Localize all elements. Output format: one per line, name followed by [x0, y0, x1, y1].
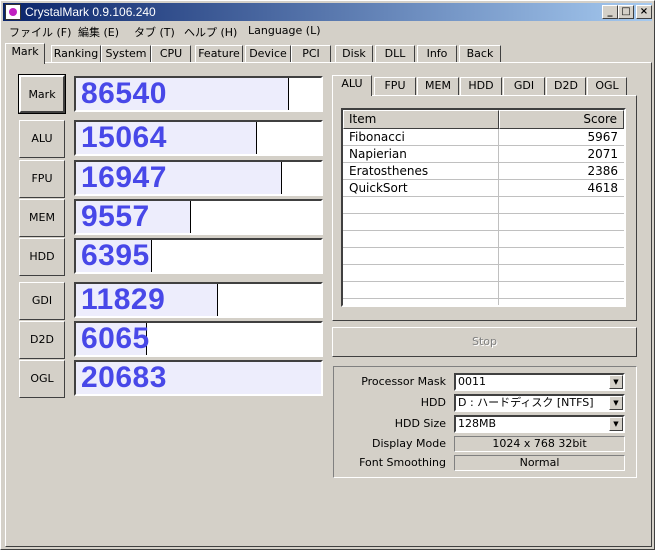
tab-disk[interactable]: Disk: [335, 45, 373, 63]
processor-mask-select[interactable]: 0011 ▼: [454, 373, 625, 391]
table-row[interactable]: Eratosthenes 2386: [343, 163, 624, 180]
tab-dll[interactable]: DLL: [375, 45, 415, 63]
d2d-score-value: 6065: [81, 322, 150, 355]
display-mode-value: 1024 x 768 32bit: [454, 436, 625, 452]
tab-device[interactable]: Device: [245, 45, 291, 63]
hdd-size-value: 128MB: [458, 417, 497, 430]
hdd-value: D : ハードディスク [NTFS]: [458, 396, 594, 409]
row-item: Eratosthenes: [349, 164, 429, 178]
ogl-score-bar: 20683: [74, 360, 323, 396]
empty-row: [343, 214, 624, 231]
alu-score-value: 15064: [81, 121, 167, 154]
subtab-alu[interactable]: ALU: [332, 75, 372, 96]
row-score: 2386: [587, 164, 618, 178]
subtab-ogl[interactable]: OGL: [587, 77, 627, 95]
score-list[interactable]: Item Score Fibonacci 5967 Napierian 2071 E…: [341, 108, 626, 307]
mem-button[interactable]: MEM: [19, 199, 65, 237]
tab-back[interactable]: Back: [459, 45, 501, 63]
row-score: 2071: [587, 147, 618, 161]
tab-pci[interactable]: PCI: [291, 45, 331, 63]
gdi-score-bar: 11829: [74, 282, 323, 318]
font-smoothing-label: Font Smoothing: [359, 456, 446, 469]
stop-button[interactable]: Stop: [332, 327, 637, 357]
empty-row: [343, 197, 624, 214]
row-item: Napierian: [349, 147, 407, 161]
table-row[interactable]: Fibonacci 5967: [343, 129, 624, 146]
alu-score-bar: 15064: [74, 120, 323, 156]
font-smoothing-value: Normal: [454, 455, 625, 471]
hdd-score-bar: 6395: [74, 238, 323, 274]
tab-system[interactable]: System: [101, 45, 151, 63]
fpu-score-bar: 16947: [74, 160, 323, 196]
menu-tab[interactable]: タブ (T): [134, 24, 175, 40]
menu-file[interactable]: ファイル (F): [9, 24, 71, 40]
menu-language[interactable]: Language (L): [248, 24, 321, 37]
table-row[interactable]: Napierian 2071: [343, 146, 624, 163]
close-button[interactable]: ×: [636, 5, 652, 19]
processor-mask-label: Processor Mask: [361, 375, 446, 388]
minimize-button[interactable]: _: [602, 5, 618, 19]
mark-score-value: 86540: [81, 77, 167, 110]
menu-edit[interactable]: 編集 (E): [78, 24, 119, 40]
maximize-button[interactable]: □: [618, 5, 634, 19]
empty-row: [343, 282, 624, 299]
empty-row: [343, 231, 624, 248]
gdi-score-value: 11829: [81, 283, 166, 316]
subtab-gdi[interactable]: GDI: [503, 77, 545, 95]
row-item: QuickSort: [349, 181, 408, 195]
gdi-button[interactable]: GDI: [19, 282, 65, 320]
fpu-score-value: 16947: [81, 161, 167, 194]
title-bar: CrystalMark 0.9.106.240 _ □ ×: [3, 3, 652, 21]
empty-row: [343, 265, 624, 282]
tab-ranking[interactable]: Ranking: [51, 45, 101, 63]
processor-mask-value: 0011: [458, 375, 486, 388]
menu-bar: ファイル (F) 編集 (E) タブ (T) ヘルプ (H) Language …: [3, 22, 652, 40]
table-row[interactable]: QuickSort 4618: [343, 180, 624, 197]
app-window: CrystalMark 0.9.106.240 _ □ × ファイル (F) 編…: [0, 0, 655, 550]
fpu-button[interactable]: FPU: [19, 160, 65, 198]
mem-score-bar: 9557: [74, 199, 323, 235]
ogl-button[interactable]: OGL: [19, 360, 65, 398]
ogl-score-value: 20683: [81, 361, 167, 394]
window-title: CrystalMark 0.9.106.240: [25, 5, 156, 19]
tab-cpu[interactable]: CPU: [151, 45, 191, 63]
subtab-hdd[interactable]: HDD: [460, 77, 502, 95]
hdd-button[interactable]: HDD: [19, 238, 65, 276]
row-item: Fibonacci: [349, 130, 405, 144]
d2d-score-bar: 6065: [74, 321, 323, 357]
hdd-size-select[interactable]: 128MB ▼: [454, 415, 625, 433]
column-header-score[interactable]: Score: [499, 110, 624, 129]
dropdown-arrow-icon[interactable]: ▼: [609, 375, 623, 389]
row-score: 5967: [587, 130, 618, 144]
subtab-d2d[interactable]: D2D: [546, 77, 586, 95]
hdd-score-value: 6395: [81, 239, 150, 272]
tab-mark[interactable]: Mark: [5, 43, 45, 64]
mem-score-value: 9557: [81, 200, 150, 233]
hdd-select[interactable]: D : ハードディスク [NTFS] ▼: [454, 394, 625, 412]
display-mode-label: Display Mode: [371, 437, 446, 450]
row-score: 4618: [587, 181, 618, 195]
hdd-label: HDD: [420, 396, 446, 409]
subtab-fpu[interactable]: FPU: [374, 77, 416, 95]
tab-feature[interactable]: Feature: [195, 45, 243, 63]
dropdown-arrow-icon[interactable]: ▼: [609, 417, 623, 431]
mark-score-bar: 86540: [74, 76, 323, 112]
dropdown-arrow-icon[interactable]: ▼: [609, 396, 623, 410]
mark-button[interactable]: Mark: [18, 74, 66, 114]
tab-info[interactable]: Info: [417, 45, 457, 63]
subtab-mem[interactable]: MEM: [417, 77, 459, 95]
menu-help[interactable]: ヘルプ (H): [184, 24, 237, 40]
app-icon[interactable]: [5, 4, 21, 20]
column-header-item[interactable]: Item: [343, 110, 499, 129]
d2d-button[interactable]: D2D: [19, 321, 65, 359]
hdd-size-label: HDD Size: [394, 417, 446, 430]
alu-button[interactable]: ALU: [19, 120, 65, 158]
empty-row: [343, 248, 624, 265]
